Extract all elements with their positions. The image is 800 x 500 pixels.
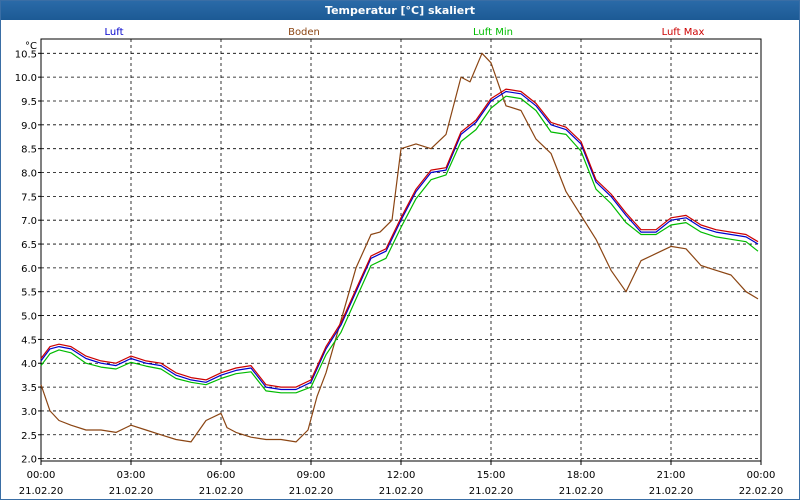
y-axis-unit: °C [25, 41, 37, 52]
x-tick-date: 21.02.20 [19, 486, 64, 497]
x-tick-time: 06:00 [207, 470, 236, 481]
x-tick-date: 22.02.20 [739, 486, 784, 497]
y-tick-label: 9.5 [21, 97, 37, 108]
y-tick-label: 6.0 [21, 264, 37, 275]
y-tick-label: 7.0 [21, 216, 37, 227]
x-tick-date: 21.02.20 [289, 486, 334, 497]
y-tick-label: 2.0 [21, 455, 37, 466]
x-tick-time: 18:00 [567, 470, 596, 481]
x-tick-time: 00:00 [27, 470, 56, 481]
y-tick-label: 5.0 [21, 312, 37, 323]
x-tick-date: 21.02.20 [649, 486, 694, 497]
x-tick-date: 21.02.20 [199, 486, 244, 497]
x-tick-date: 21.02.20 [109, 486, 154, 497]
legend-entry: Luft [105, 27, 124, 38]
y-tick-label: 6.5 [21, 240, 37, 251]
y-tick-label: 5.5 [21, 288, 37, 299]
y-tick-label: 9.0 [21, 121, 37, 132]
y-tick-label: 4.5 [21, 335, 37, 346]
legend-entry: Luft Min [473, 27, 513, 38]
temperature-chart: Luft Boden Luft Min Luft Max 2.0 2.5 3.0 3.5 4.… [15, 27, 784, 497]
x-tick-date: 21.02.20 [559, 486, 604, 497]
legend-entry: Luft Max [662, 27, 705, 38]
y-tick-label: 3.5 [21, 383, 37, 394]
x-tick-time: 00:00 [747, 470, 776, 481]
x-tick-time: 15:00 [477, 470, 506, 481]
window-title: Temperatur [°C] skaliert [1, 1, 799, 20]
y-tick-label: 7.5 [21, 192, 37, 203]
x-tick-time: 03:00 [117, 470, 146, 481]
y-tick-label: 4.0 [21, 359, 37, 370]
y-tick-label: 8.5 [21, 145, 37, 156]
y-axis-ticks: 2.0 2.5 3.0 3.5 4.0 4.5 5.0 5.5 6.0 6.5 7.0 7.5 8.0 8… [15, 49, 41, 466]
y-tick-label: 8.0 [21, 169, 37, 180]
legend-entry: Boden [288, 27, 320, 38]
x-axis-ticks: 00:00 21.02.20 03:00 21.02.20 06:00 21.02.20 0… [19, 461, 784, 497]
legend: Luft Boden Luft Min Luft Max [105, 27, 705, 38]
y-tick-label: 3.0 [21, 407, 37, 418]
x-tick-date: 21.02.20 [379, 486, 424, 497]
chart-window: Temperatur [°C] skaliert Luft Boden Luft M… [0, 0, 800, 500]
x-tick-time: 21:00 [657, 470, 686, 481]
x-tick-date: 21.02.20 [469, 486, 514, 497]
y-tick-label: 2.5 [21, 431, 37, 442]
x-tick-time: 12:00 [387, 470, 416, 481]
y-tick-label: 10.0 [15, 73, 37, 84]
x-tick-time: 09:00 [297, 470, 326, 481]
